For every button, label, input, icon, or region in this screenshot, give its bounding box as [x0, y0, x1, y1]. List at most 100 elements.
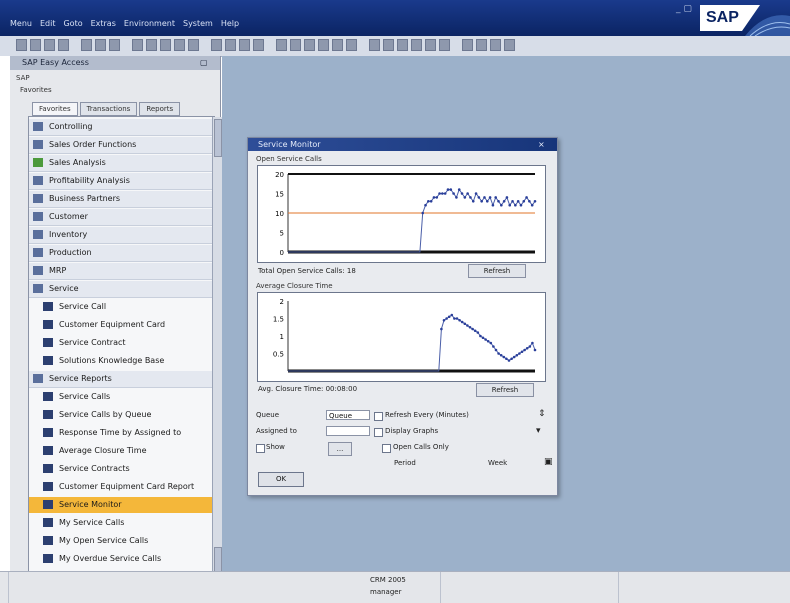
tab-reports[interactable]: Reports [139, 102, 181, 116]
scroll-thumb-top[interactable] [214, 119, 222, 157]
tree-item-response-time-by-assigned-to[interactable]: Response Time by Assigned to [29, 425, 225, 441]
toolbar-print-icon[interactable] [95, 39, 106, 51]
nav-close-icon[interactable]: ▢ [200, 58, 208, 67]
tab-transactions[interactable]: Transactions [79, 102, 138, 116]
toolbar-help-icon[interactable] [490, 39, 501, 51]
menu-item-extras[interactable]: Extras [91, 19, 116, 28]
toolbar-create-shortcut-icon[interactable] [476, 39, 487, 51]
menu-item-goto[interactable]: Goto [63, 19, 82, 28]
data-point [484, 338, 487, 341]
data-point [445, 317, 448, 320]
data-point [455, 317, 459, 320]
tree-item-service-reports[interactable]: Service Reports [29, 371, 215, 388]
data-point [477, 196, 481, 199]
queue-field[interactable]: Queue [326, 410, 370, 420]
toolbar-next-page-icon[interactable] [425, 39, 436, 51]
tree-item-profitability-analysis[interactable]: Profitability Analysis [29, 173, 215, 190]
tree-item-inventory[interactable]: Inventory [29, 227, 215, 244]
toolbar-layout-icon[interactable] [253, 39, 264, 51]
nav-path-root[interactable]: SAP [16, 74, 30, 82]
toolbar-print-icon[interactable] [346, 39, 357, 51]
tree-item-my-open-service-calls[interactable]: My Open Service Calls [29, 533, 225, 549]
menu-item-help[interactable]: Help [221, 19, 239, 28]
toolbar-find-next-icon[interactable] [132, 39, 143, 51]
data-point [443, 192, 447, 195]
toolbar-separator [72, 39, 78, 51]
tree-item-service-monitor[interactable]: Service Monitor [29, 497, 225, 513]
tree-item-customer[interactable]: Customer [29, 209, 215, 226]
toolbar-enter-icon[interactable] [16, 39, 27, 51]
menu-item-menu[interactable]: Menu [10, 19, 32, 28]
tree-item-customer-equipment-card-report[interactable]: Customer Equipment Card Report [29, 479, 225, 495]
tree-item-solutions-knowledge-base[interactable]: Solutions Knowledge Base [29, 353, 225, 369]
status-system: CRM 2005 [370, 576, 406, 584]
toolbar-cancel-icon[interactable] [81, 39, 92, 51]
toolbar-create-session-icon[interactable] [211, 39, 222, 51]
open-calls-only-checkbox[interactable] [382, 444, 391, 453]
tree-item-service-calls-by-queue[interactable]: Service Calls by Queue [29, 407, 225, 423]
display-graphs-checkbox[interactable] [374, 428, 383, 437]
refresh-every-checkbox[interactable] [374, 412, 383, 421]
tree-item-my-overdue-service-calls[interactable]: My Overdue Service Calls [29, 551, 225, 567]
print-icon[interactable]: ▣ [544, 457, 553, 467]
window-controls[interactable]: _ ▢ [676, 4, 692, 14]
menu-item-environment[interactable]: Environment [124, 19, 175, 28]
toolbar-help-icon[interactable] [239, 39, 250, 51]
tab-favorites[interactable]: Favorites [32, 102, 78, 116]
toolbar-last-page-icon[interactable] [439, 39, 450, 51]
toolbar-find-icon[interactable] [109, 39, 120, 51]
tree-item-controlling[interactable]: Controlling [29, 119, 215, 136]
open-calls-chart: 20 15 10 5 0 [257, 165, 546, 263]
close-icon[interactable]: × [538, 140, 545, 149]
toolbar-last-page-icon[interactable] [188, 39, 199, 51]
tree-item-service-contracts[interactable]: Service Contracts [29, 461, 225, 477]
toolbar-find-next-icon[interactable] [383, 39, 394, 51]
data-point [466, 192, 469, 195]
chart1-refresh-button[interactable]: Refresh [468, 264, 526, 278]
toolbar-find-icon[interactable] [369, 39, 380, 51]
tree-item-sales-analysis[interactable]: Sales Analysis [29, 155, 215, 172]
dropdown-icon[interactable]: ▾ [536, 426, 541, 436]
show-button[interactable]: ... [328, 442, 352, 456]
tree-item-mrp[interactable]: MRP [29, 263, 215, 280]
tree-item-average-closure-time[interactable]: Average Closure Time [29, 443, 225, 459]
toolbar-create-session-icon[interactable] [462, 39, 473, 51]
tree-item-service-contract[interactable]: Service Contract [29, 335, 225, 351]
stepper-icon[interactable]: ⇕ [538, 409, 546, 419]
toolbar-exit-icon[interactable] [58, 39, 69, 51]
scroll-thumb-bottom[interactable] [214, 547, 222, 573]
tree-item-production[interactable]: Production [29, 245, 215, 262]
assigned-field[interactable] [326, 426, 370, 436]
ok-button[interactable]: OK [258, 472, 304, 487]
data-point [530, 203, 534, 207]
toolbar-cancel-icon[interactable] [332, 39, 343, 51]
nav-path-favorites[interactable]: Favorites [20, 86, 52, 94]
data-point [528, 200, 531, 203]
tree-item-service[interactable]: Service [29, 281, 215, 298]
tree-item-business-partners[interactable]: Business Partners [29, 191, 215, 208]
toolbar-back-icon[interactable] [304, 39, 315, 51]
chart2-refresh-button[interactable]: Refresh [476, 383, 534, 397]
menu-item-system[interactable]: System [183, 19, 213, 28]
toolbar-prev-page-icon[interactable] [160, 39, 171, 51]
tree-item-my-service-calls[interactable]: My Service Calls [29, 515, 225, 531]
toolbar-save-icon[interactable] [290, 39, 301, 51]
tree-item-service-call[interactable]: Service Call [29, 299, 225, 315]
toolbar-layout-icon[interactable] [504, 39, 515, 51]
tree-item-customer-equipment-card[interactable]: Customer Equipment Card [29, 317, 225, 333]
toolbar-exit-icon[interactable] [318, 39, 329, 51]
toolbar-create-shortcut-icon[interactable] [225, 39, 236, 51]
toolbar-prev-page-icon[interactable] [411, 39, 422, 51]
period-value[interactable]: Week [488, 459, 507, 467]
toolbar-next-page-icon[interactable] [174, 39, 185, 51]
data-point [471, 200, 475, 203]
menu-item-edit[interactable]: Edit [40, 19, 56, 28]
tree-item-service-calls[interactable]: Service Calls [29, 389, 225, 405]
show-checkbox[interactable] [256, 444, 265, 453]
toolbar-save-icon[interactable] [30, 39, 41, 51]
toolbar-first-page-icon[interactable] [397, 39, 408, 51]
toolbar-first-page-icon[interactable] [146, 39, 157, 51]
toolbar-enter-icon[interactable] [276, 39, 287, 51]
toolbar-back-icon[interactable] [44, 39, 55, 51]
tree-item-sales-order-functions[interactable]: Sales Order Functions [29, 137, 215, 154]
